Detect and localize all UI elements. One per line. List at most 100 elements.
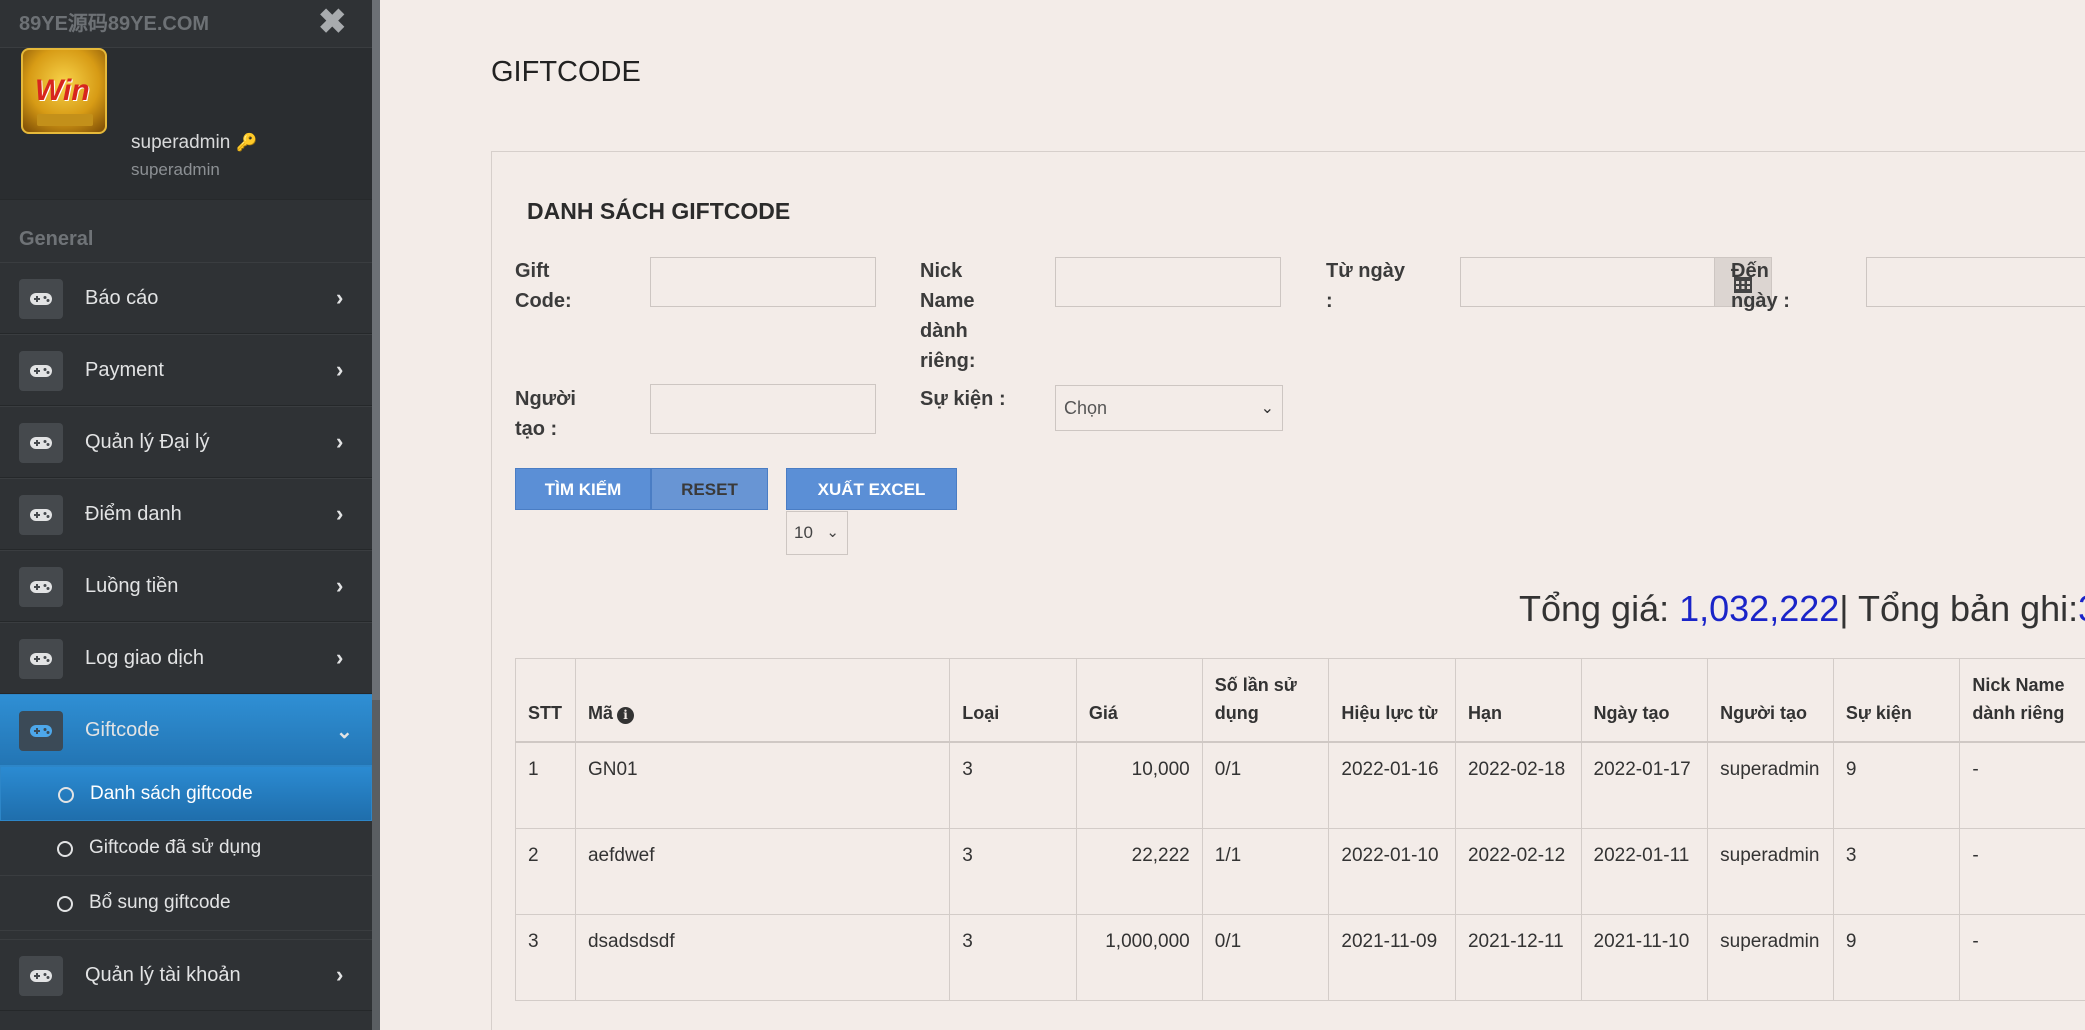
gamepad-icon (19, 423, 63, 463)
giftcode-table: STT Mã i Loại Giá Số lần sử dụng Hiệu lực… (515, 658, 2085, 1001)
to-date-label: Đến ngày : (1731, 256, 1790, 316)
giftcode-submenu: Danh sách giftcode Giftcode đã sử dụng B… (0, 766, 372, 931)
table-cell: 2022-02-12 (1454, 827, 1582, 915)
sidebar-scrollbar[interactable] (372, 0, 380, 1030)
chevron-right-icon: › (336, 357, 344, 382)
table-cell: 2 (515, 827, 576, 915)
gift-code-label: Gift Code: (515, 256, 572, 316)
sidebar-item-label: Điểm danh (85, 503, 182, 525)
column-header[interactable]: Loại (949, 658, 1077, 743)
table-cell: 0/1 (1201, 741, 1330, 829)
creator-label: Người tạo : (515, 384, 576, 444)
column-header[interactable]: Giá (1075, 658, 1203, 743)
from-date-input[interactable] (1460, 257, 1720, 307)
giftcode-list-panel: DANH SÁCH GIFTCODE Gift Code: Nick Name … (491, 151, 2085, 1030)
sidebar-item-bao-cao[interactable]: Báo cáo › (0, 262, 372, 334)
profile-name: superadmin 🔑 (131, 132, 257, 154)
circle-icon (57, 841, 73, 857)
reset-button[interactable]: RESET (651, 468, 768, 510)
table-cell: 2021-11-10 (1580, 913, 1709, 1001)
table-cell: 3 (949, 913, 1077, 1001)
sidebar-item-payment[interactable]: Payment › (0, 334, 372, 406)
column-header[interactable]: Hạn (1454, 658, 1582, 743)
column-header[interactable]: Hiệu lực từ (1328, 658, 1456, 743)
sidebar-item-label: Quản lý tài khoản (85, 964, 241, 986)
table-cell: 2022-01-17 (1580, 741, 1709, 829)
table-cell: GN01 (574, 741, 951, 829)
label-line: Từ ngày (1326, 260, 1405, 282)
nick-name-label: Nick Name dành riêng: (920, 256, 976, 376)
submenu-item-bo-sung-giftcode[interactable]: Bổ sung giftcode (0, 876, 372, 931)
table-cell: 1/1 (1201, 827, 1330, 915)
sidebar-item-log-giao-dich[interactable]: Log giao dịch › (0, 622, 372, 694)
table-row: 3 dsadsdsdf 3 1,000,000 0/1 2021-11-09 2… (515, 913, 2085, 1001)
export-excel-button[interactable]: XUẤT EXCEL (786, 468, 957, 510)
search-button[interactable]: TÌM KIẾM (515, 468, 651, 510)
table-cell: superadmin (1707, 913, 1834, 1001)
submenu-divider (0, 931, 372, 939)
table-cell: - (1959, 827, 2085, 915)
submenu-item-danh-sach-giftcode[interactable]: Danh sách giftcode (0, 766, 372, 821)
sidebar-item-quan-ly-dai-ly[interactable]: Quản lý Đại lý › (0, 406, 372, 478)
table-cell: 9 (1832, 913, 1961, 1001)
label-line: : (1326, 290, 1333, 312)
submenu-item-giftcode-da-su-dung[interactable]: Giftcode đã sử dụng (0, 821, 372, 876)
chevron-right-icon: › (336, 429, 344, 454)
sidebar-item-label: Log giao dịch (85, 647, 204, 669)
gamepad-icon (19, 956, 63, 996)
label-line: tạo : (515, 418, 558, 440)
sidebar-item-diem-danh[interactable]: Điểm danh › (0, 478, 372, 550)
scrollbar-thumb[interactable] (372, 0, 380, 700)
brand-text: 89YE源码89YE.COM (19, 13, 210, 35)
table-cell: aefdwef (574, 827, 951, 915)
label-line: dành (920, 320, 968, 342)
avatar-logo: Win (35, 74, 90, 107)
column-header[interactable]: Ngày tạo (1580, 658, 1709, 743)
chevron-down-icon: ⌄ (336, 721, 353, 743)
event-select[interactable]: Chọn ⌄ (1055, 385, 1283, 431)
total-price-value: 1,032,222 (1679, 588, 1840, 629)
sidebar-item-giftcode[interactable]: Giftcode ⌄ (0, 694, 372, 766)
submenu-item-label: Danh sách giftcode (90, 783, 253, 804)
sidebar-item-label: Payment (85, 359, 164, 381)
key-icon: 🔑 (236, 133, 258, 152)
event-select-value: Chọn (1064, 398, 1108, 418)
table-cell: - (1959, 913, 2085, 1001)
column-header[interactable]: STT (515, 658, 576, 743)
profile-role: superadmin (131, 160, 220, 179)
column-header[interactable]: Sự kiện (1832, 658, 1961, 743)
chevron-right-icon: › (336, 573, 344, 598)
total-price-label: Tổng giá: (1519, 588, 1680, 629)
table-cell: - (1959, 741, 2085, 829)
label-line: ngày : (1731, 290, 1790, 312)
table-cell: 3 (949, 741, 1077, 829)
table-row: 2 aefdwef 3 22,222 1/1 2022-01-10 2022-0… (515, 827, 2085, 915)
column-header[interactable]: Nick Name dành riêng (1959, 658, 2085, 743)
totals-summary: Tổng giá: 1,032,222| Tổng bản ghi:3 (1519, 588, 2085, 630)
close-icon[interactable]: ✖ (318, 2, 347, 42)
gamepad-icon (19, 567, 63, 607)
table-cell: 10,000 (1075, 741, 1203, 829)
to-date-input[interactable] (1866, 257, 2085, 307)
label-line: Name (920, 290, 975, 312)
label-line: Đến (1731, 260, 1769, 282)
gift-code-input[interactable] (650, 257, 876, 307)
column-header-code[interactable]: Mã i (574, 658, 951, 743)
label-line: Code: (515, 290, 572, 312)
column-header[interactable]: Người tạo (1707, 658, 1834, 743)
table-header-row: STT Mã i Loại Giá Số lần sử dụng Hiệu lực… (515, 658, 2085, 743)
sidebar-item-label: Giftcode (85, 719, 160, 741)
chevron-right-icon: › (336, 645, 344, 670)
sidebar-item-luong-tien[interactable]: Luồng tiền › (0, 550, 372, 622)
label-line: riêng: (920, 350, 976, 372)
table-cell: 2022-01-16 (1328, 741, 1456, 829)
total-records-label: | Tổng bản ghi: (1839, 588, 2079, 629)
creator-input[interactable] (650, 384, 876, 434)
gamepad-icon (19, 495, 63, 535)
page-size-value: 10 (794, 523, 813, 542)
column-header[interactable]: Số lần sử dụng (1201, 658, 1330, 743)
sidebar-item-quan-ly-tai-khoan[interactable]: Quản lý tài khoản › (0, 939, 372, 1011)
page-size-select[interactable]: 10 ⌄ (786, 511, 848, 555)
info-icon[interactable]: i (617, 707, 634, 724)
nick-name-input[interactable] (1055, 257, 1281, 307)
